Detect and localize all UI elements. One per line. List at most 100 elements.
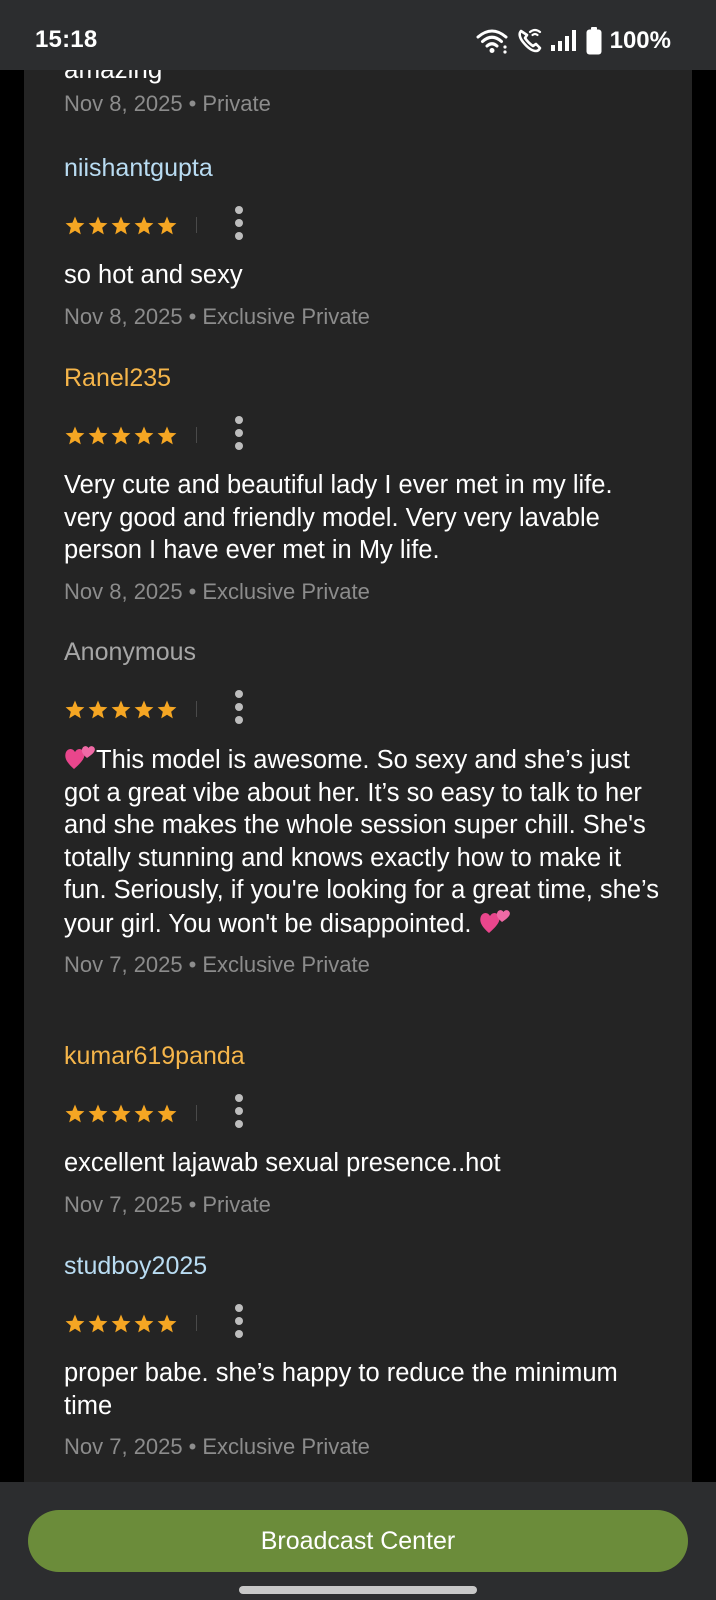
- review-session-type: Exclusive Private: [202, 1434, 370, 1459]
- star-icon: [111, 700, 131, 719]
- review-date: Nov 7, 2025: [64, 1434, 183, 1459]
- star-icon: [65, 1104, 85, 1123]
- star-icon: [88, 426, 108, 445]
- review-item: niishantgupta so hot and sexy Nov 8, 202…: [64, 153, 664, 331]
- star-icon: [134, 700, 154, 719]
- review-rating-row: [64, 1301, 664, 1341]
- meta-separator: •: [188, 1191, 197, 1217]
- review-text-container: This model is awesome. So sexy and she’s…: [64, 743, 664, 940]
- star-icon: [157, 216, 177, 235]
- review-username[interactable]: studboy2025: [64, 1251, 664, 1281]
- star-icon: [157, 426, 177, 445]
- star-icon: [111, 1104, 131, 1123]
- review-meta: Nov 7, 2025 • Exclusive Private: [64, 951, 664, 979]
- battery-icon: [586, 27, 602, 55]
- divider: [196, 1315, 197, 1331]
- review-rating-row: [64, 203, 664, 243]
- status-bar: 15:18 100%: [0, 0, 716, 70]
- meta-separator: •: [188, 578, 197, 604]
- review-session-type: Exclusive Private: [202, 303, 370, 329]
- review-text: excellent lajawab sexual presence..hot: [64, 1149, 501, 1177]
- more-options-icon[interactable]: [224, 1301, 254, 1341]
- review-username[interactable]: Ranel235: [64, 363, 664, 393]
- divider: [196, 1105, 197, 1121]
- review-meta: Nov 8, 2025 • Private: [64, 90, 664, 118]
- review-date: Nov 7, 2025: [64, 1191, 183, 1217]
- review-meta: Nov 8, 2025 • Exclusive Private: [64, 303, 664, 331]
- star-icon: [134, 426, 154, 445]
- star-icon: [111, 216, 131, 235]
- star-icon: [111, 426, 131, 445]
- review-session-type: Private: [202, 1191, 271, 1217]
- review-session-type: Exclusive Private: [202, 578, 370, 604]
- review-session-type: Private: [202, 91, 271, 116]
- review-item: Anonymous This model is awesome. So sexy…: [64, 637, 664, 979]
- star-icon: [134, 1104, 154, 1123]
- review-username[interactable]: niishantgupta: [64, 153, 664, 183]
- star-rating: [64, 1103, 178, 1124]
- divider: [196, 427, 197, 443]
- review-username[interactable]: kumar619panda: [64, 1041, 664, 1071]
- review-item: kumar619panda excellent lajawab sexual p…: [64, 1041, 664, 1219]
- review-text: so hot and sexy: [64, 261, 243, 289]
- bottom-bar: Broadcast Center: [0, 1482, 716, 1600]
- review-rating-row: [64, 413, 664, 453]
- star-icon: [134, 1314, 154, 1333]
- star-icon: [134, 216, 154, 235]
- star-rating: [64, 425, 178, 446]
- signal-icon: [550, 30, 576, 51]
- battery-level: 100%: [609, 27, 671, 54]
- divider: [196, 701, 197, 717]
- partial-review: Nov 8, 2025 • Private: [64, 90, 664, 118]
- meta-separator: •: [188, 952, 197, 977]
- review-text: This model is awesome. So sexy and she’s…: [64, 746, 659, 938]
- review-text: Very cute and beautiful lady I ever met …: [64, 471, 613, 564]
- star-icon: [88, 216, 108, 235]
- partial-review-text: amazing: [64, 70, 162, 85]
- star-icon: [88, 1104, 108, 1123]
- status-icons: 100%: [476, 25, 671, 57]
- star-icon: [157, 1104, 177, 1123]
- star-icon: [65, 426, 85, 445]
- review-date: Nov 8, 2025: [64, 303, 183, 329]
- review-item: studboy2025 proper babe. she’s happy to …: [64, 1251, 664, 1461]
- star-icon: [65, 1314, 85, 1333]
- broadcast-center-button[interactable]: Broadcast Center: [28, 1510, 688, 1572]
- review-date: Nov 8, 2025: [64, 578, 183, 604]
- reviews-list[interactable]: amazing Nov 8, 2025•Private niishantgupt…: [24, 70, 692, 1482]
- star-icon: [65, 216, 85, 235]
- status-time: 15:18: [35, 26, 98, 53]
- two-hearts-icon: [479, 909, 510, 933]
- review-text: proper babe. she’s happy to reduce the m…: [64, 1359, 618, 1420]
- star-icon: [157, 1314, 177, 1333]
- wifi-icon: [476, 29, 508, 54]
- meta-separator: •: [188, 91, 197, 116]
- star-rating: [64, 215, 178, 236]
- more-options-icon[interactable]: [224, 203, 254, 243]
- more-options-icon[interactable]: [224, 687, 254, 727]
- review-rating-row: [64, 687, 664, 727]
- review-meta: Nov 7, 2025 • Private: [64, 1191, 664, 1219]
- meta-separator: •: [188, 1434, 197, 1459]
- review-date: Nov 8, 2025: [64, 91, 183, 116]
- meta-separator: •: [188, 303, 197, 329]
- star-icon: [65, 700, 85, 719]
- divider: [196, 217, 197, 233]
- review-username: Anonymous: [64, 638, 197, 666]
- wifi-call-icon: [518, 28, 541, 53]
- star-icon: [88, 1314, 108, 1333]
- review-rating-row: [64, 1091, 664, 1131]
- star-rating: [64, 699, 178, 720]
- review-item: Ranel235 Very cute and beautiful lady I …: [64, 363, 664, 606]
- star-icon: [88, 700, 108, 719]
- star-rating: [64, 1313, 178, 1334]
- two-hearts-icon: [65, 746, 95, 769]
- gesture-handle[interactable]: [239, 1586, 477, 1594]
- review-session-type: Exclusive Private: [202, 952, 370, 977]
- more-options-icon[interactable]: [224, 1091, 254, 1131]
- review-date: Nov 7, 2025: [64, 952, 183, 977]
- star-icon: [157, 700, 177, 719]
- review-meta: Nov 7, 2025 • Exclusive Private: [64, 1433, 664, 1461]
- more-options-icon[interactable]: [224, 413, 254, 453]
- star-icon: [111, 1314, 131, 1333]
